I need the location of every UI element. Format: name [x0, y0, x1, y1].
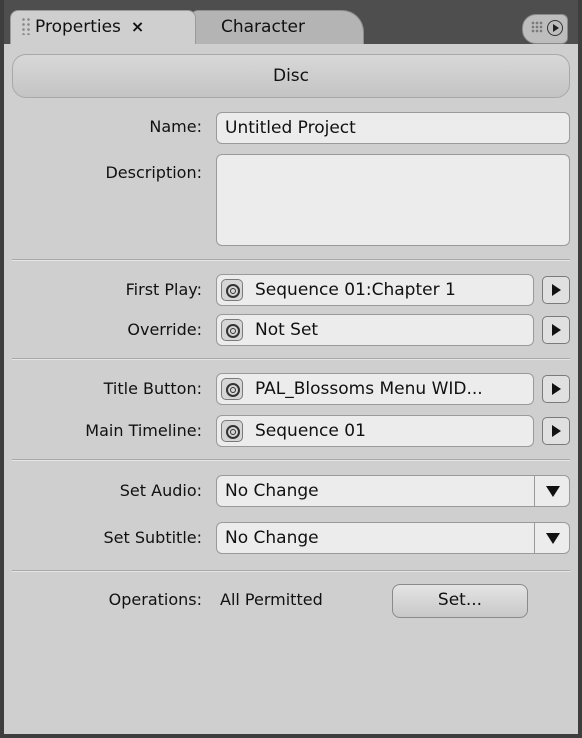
- pick-whip-icon[interactable]: [221, 378, 243, 400]
- name-field[interactable]: Untitled Project: [216, 112, 570, 144]
- first-play-label: First Play:: [125, 280, 202, 299]
- first-play-goto-button[interactable]: [542, 276, 570, 304]
- override-goto-button[interactable]: [542, 316, 570, 344]
- pick-whip-icon[interactable]: [221, 420, 243, 442]
- set-audio-dropdown[interactable]: No Change: [216, 475, 570, 507]
- set-subtitle-label: Set Subtitle:: [103, 528, 202, 547]
- dropdown-separator: [534, 523, 535, 553]
- tab-properties-label: Properties: [35, 17, 121, 37]
- first-play-value: Sequence 01:Chapter 1: [255, 280, 456, 300]
- panel-menu-button[interactable]: [522, 14, 568, 44]
- title-button-label: Title Button:: [103, 379, 202, 398]
- main-timeline-goto-button[interactable]: [542, 417, 570, 445]
- section-title: Disc: [272, 66, 310, 86]
- title-button-value: PAL_Blossoms Menu WID...: [255, 379, 483, 399]
- chevron-down-icon[interactable]: [546, 486, 560, 497]
- divider: [12, 459, 570, 461]
- operations-value: All Permitted: [220, 590, 323, 609]
- title-button-goto-button[interactable]: [542, 375, 570, 403]
- dropdown-separator: [534, 476, 535, 506]
- description-field[interactable]: [216, 154, 570, 246]
- set-audio-value: No Change: [225, 481, 319, 501]
- set-operations-button[interactable]: Set...: [392, 584, 528, 618]
- main-timeline-value: Sequence 01: [255, 421, 366, 441]
- operations-label: Operations:: [108, 590, 202, 609]
- description-label: Description:: [105, 163, 202, 182]
- override-value: Not Set: [255, 320, 319, 340]
- set-subtitle-value: No Change: [225, 528, 319, 548]
- pick-whip-icon[interactable]: [221, 319, 243, 341]
- set-audio-label: Set Audio:: [119, 481, 202, 500]
- divider: [12, 358, 570, 360]
- name-value: Untitled Project: [225, 118, 356, 138]
- divider: [12, 259, 570, 261]
- first-play-field[interactable]: Sequence 01:Chapter 1: [216, 274, 534, 306]
- title-button-field[interactable]: PAL_Blossoms Menu WID...: [216, 373, 534, 405]
- set-operations-button-label: Set...: [437, 590, 483, 610]
- name-label: Name:: [149, 117, 202, 136]
- main-timeline-label: Main Timeline:: [85, 421, 202, 440]
- tab-properties[interactable]: Properties ×: [10, 10, 196, 44]
- grip-dots-icon: [531, 21, 543, 33]
- pick-whip-icon[interactable]: [221, 279, 243, 301]
- override-label: Override:: [127, 320, 202, 339]
- override-field[interactable]: Not Set: [216, 314, 534, 346]
- close-icon[interactable]: ×: [131, 17, 144, 36]
- chevron-down-icon[interactable]: [546, 533, 560, 544]
- tab-character-label: Character: [221, 17, 305, 37]
- drag-grip-icon[interactable]: [21, 17, 31, 35]
- properties-panel: Character Properties × Disc Name: Untitle…: [0, 0, 582, 738]
- section-header: Disc: [12, 54, 570, 98]
- flyout-arrow-icon: [547, 20, 563, 36]
- tab-character[interactable]: Character: [190, 10, 364, 44]
- main-timeline-field[interactable]: Sequence 01: [216, 415, 534, 447]
- divider: [12, 570, 570, 572]
- panel-tab-bar: Character Properties ×: [4, 0, 578, 44]
- set-subtitle-dropdown[interactable]: No Change: [216, 522, 570, 554]
